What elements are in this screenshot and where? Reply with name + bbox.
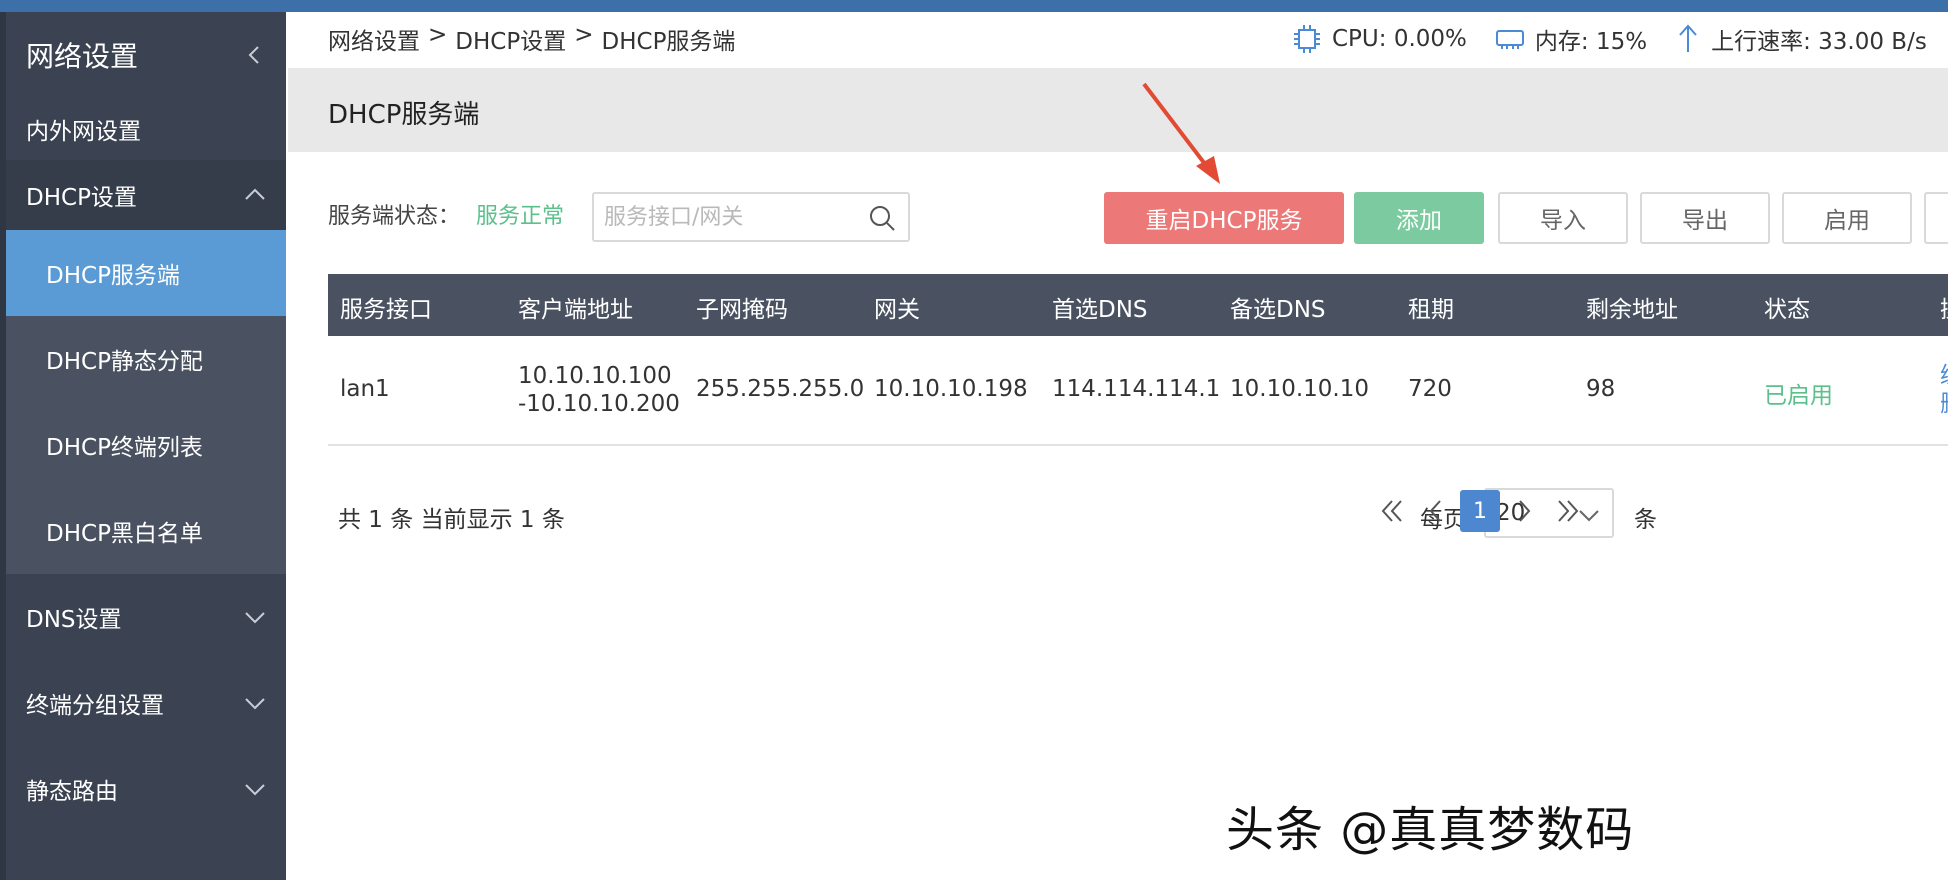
last-page-icon[interactable] [1548, 490, 1588, 532]
sidebar-item-dhcp[interactable]: DHCP设置 [6, 160, 286, 230]
cell-interface: lan1 [340, 376, 390, 402]
column-header: 剩余地址 [1586, 297, 1678, 323]
sidebar-title-label: 网络设置 [26, 40, 139, 73]
system-stats: CPU: 0.00% 内存: 15% 上行速率: 33.00 B/s [1290, 22, 1948, 56]
sidebar-item-dhcp-blackwhite[interactable]: DHCP黑白名单 [6, 488, 286, 574]
chevron-up-icon [245, 188, 265, 200]
memory-stat: 内存: 15% [1493, 22, 1647, 56]
prev-page-icon[interactable] [1416, 490, 1456, 532]
server-status-label: 服务端状态： [328, 204, 461, 229]
search-box[interactable] [592, 192, 910, 242]
restart-dhcp-button[interactable]: 重启DHCP服务 [1104, 192, 1344, 244]
server-status-value: 服务正常 [476, 204, 565, 229]
server-status: 服务端状态： 服务正常 [328, 198, 564, 230]
cpu-value: CPU: 0.00% [1332, 26, 1467, 52]
sidebar-item-label: DHCP黑白名单 [46, 521, 203, 547]
next-page-icon[interactable] [1504, 490, 1544, 532]
main-content: 网络设置 > DHCP设置 > DHCP服务端 CPU: 0.00% 内存: 1… [286, 12, 1948, 880]
sidebar-item-dns[interactable]: DNS设置 [6, 574, 286, 660]
breadcrumb-item[interactable]: 网络设置 [328, 22, 420, 56]
column-header: 服务接口 [340, 297, 432, 323]
sidebar-item-label: 内外网设置 [26, 119, 141, 145]
chevron-down-icon [245, 784, 265, 796]
upload-arrow-icon [1679, 24, 1697, 52]
annotation-arrow-icon [1142, 82, 1220, 184]
sidebar-item-label: DHCP设置 [26, 185, 137, 211]
cell-gateway: 10.10.10.198 [874, 376, 1028, 402]
table-row: lan1 10.10.10.100 -10.10.10.200 255.255.… [328, 336, 1948, 446]
column-header: 租期 [1408, 297, 1454, 323]
page-header: DHCP服务端 [288, 68, 1948, 152]
cell-secondary-dns: 10.10.10.10 [1230, 376, 1369, 402]
delete-link[interactable]: 删 [1940, 391, 1948, 417]
column-header: 网关 [874, 297, 920, 323]
table-header: 服务接口 客户端地址 子网掩码 网关 首选DNS 备选DNS 租期 剩余地址 状… [328, 274, 1948, 336]
cell-remaining: 98 [1586, 376, 1616, 402]
breadcrumb: 网络设置 > DHCP设置 > DHCP服务端 [328, 22, 735, 56]
cpu-chip-icon [1294, 25, 1320, 53]
top-strip [0, 0, 1948, 12]
chevron-down-icon [245, 698, 265, 710]
pagination-summary: 共 1 条 当前显示 1 条 [338, 507, 565, 533]
add-button[interactable]: 添加 [1354, 192, 1484, 244]
search-icon[interactable] [868, 204, 896, 232]
cell-subnet-mask: 255.255.255.0 [696, 376, 865, 402]
page-current[interactable]: 1 [1460, 490, 1500, 532]
collapse-sidebar-icon[interactable] [242, 42, 268, 68]
watermark: 头条 @真真梦数码 [1226, 802, 1635, 858]
column-header: 备选DNS [1230, 297, 1326, 323]
column-header: 首选DNS [1052, 297, 1148, 323]
cpu-stat: CPU: 0.00% [1290, 22, 1467, 56]
first-page-icon[interactable] [1372, 490, 1412, 532]
sidebar-item-dhcp-server[interactable]: DHCP服务端 [6, 230, 286, 316]
upload-value: 上行速率: 33.00 B/s [1711, 29, 1927, 55]
sidebar-item-static-route[interactable]: 静态路由 [6, 746, 286, 832]
cell-client-address: 10.10.10.100 -10.10.10.200 [518, 362, 680, 418]
cell-lease: 720 [1408, 376, 1452, 402]
cell-status: 已启用 [1764, 383, 1833, 409]
chevron-down-icon [245, 612, 265, 624]
breadcrumb-separator: > [428, 22, 448, 48]
breadcrumb-separator: > [574, 22, 594, 48]
breadcrumb-item: DHCP服务端 [601, 29, 736, 55]
edit-link[interactable]: 编 [1940, 363, 1948, 389]
cell-actions: 编 删 [1940, 362, 1948, 418]
sidebar-item-dhcp-static[interactable]: DHCP静态分配 [6, 316, 286, 402]
more-button[interactable] [1924, 192, 1948, 244]
sidebar-item-label: 静态路由 [26, 779, 118, 805]
breadcrumb-item[interactable]: DHCP设置 [455, 22, 566, 56]
per-page-unit: 条 [1634, 507, 1657, 533]
cell-primary-dns: 114.114.114.1 [1052, 376, 1221, 402]
upload-stat: 上行速率: 33.00 B/s [1673, 22, 1927, 56]
sidebar-item-dhcp-clients[interactable]: DHCP终端列表 [6, 402, 286, 488]
sidebar-item-label: DHCP终端列表 [46, 435, 203, 461]
enable-button[interactable]: 启用 [1782, 192, 1912, 244]
sidebar-item-label: DHCP静态分配 [46, 349, 203, 375]
sidebar-item-label: DNS设置 [26, 607, 122, 633]
client-address-end: -10.10.10.200 [518, 391, 680, 417]
sidebar-item-label: 终端分组设置 [26, 693, 164, 719]
memory-value: 内存: 15% [1534, 29, 1648, 55]
sidebar-item-terminal-group[interactable]: 终端分组设置 [6, 660, 286, 746]
sidebar-item-label: DHCP服务端 [46, 263, 180, 289]
memory-icon [1495, 30, 1524, 49]
column-header: 子网掩码 [696, 297, 788, 323]
client-address-start: 10.10.10.100 [518, 363, 672, 389]
search-input[interactable] [594, 194, 854, 240]
export-button[interactable]: 导出 [1640, 192, 1770, 244]
column-header: 客户端地址 [518, 297, 633, 323]
import-button[interactable]: 导入 [1498, 192, 1628, 244]
column-header: 状态 [1764, 297, 1810, 323]
column-header: 操 [1940, 290, 1948, 324]
page-title: DHCP服务端 [328, 100, 480, 130]
sidebar: 网络设置 内外网设置 DHCP设置 DHCP服务端 DHCP静态分配 DHCP终… [0, 12, 286, 880]
